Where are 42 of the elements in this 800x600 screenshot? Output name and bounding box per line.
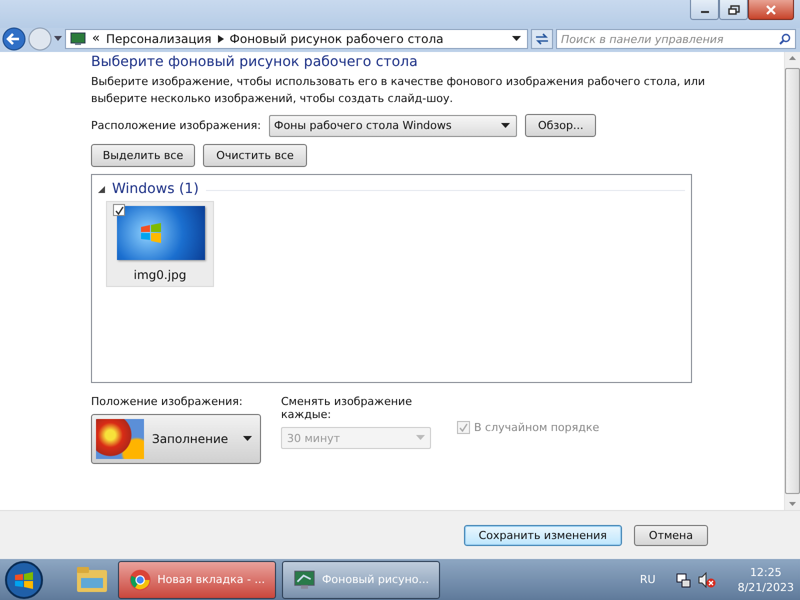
location-label: Расположение изображения: — [91, 119, 261, 132]
image-tile[interactable]: img0.jpg — [106, 201, 214, 287]
back-icon[interactable] — [2, 27, 26, 51]
address-field[interactable]: « Персонализация Фоновый рисунок рабочего стола — [65, 29, 528, 49]
start-orb-icon[interactable] — [4, 560, 44, 600]
breadcrumb-overflow[interactable]: « — [92, 31, 100, 47]
position-dropdown[interactable]: Заполнение — [91, 414, 261, 464]
location-dropdown[interactable]: Фоны рабочего стола Windows — [268, 114, 517, 136]
cancel-button[interactable]: Отмена — [634, 524, 708, 546]
close-icon[interactable] — [766, 4, 776, 14]
description-text: Выберите изображение, чтобы использовать его в качестве фонового изображения рабочего стола, или выберите несколько изображений, чтобы создать слайд-шоу. — [91, 74, 706, 107]
breadcrumb[interactable]: Персонализация — [106, 32, 212, 46]
maximize-button[interactable] — [719, 0, 748, 20]
clock[interactable]: 12:25 8/21/2023 — [738, 564, 794, 594]
selection-button[interactable]: Выделить все — [91, 144, 195, 167]
selection-button[interactable]: Очистить все — [203, 144, 307, 167]
breadcrumb[interactable]: Фоновый рисунок рабочего стола — [230, 32, 444, 46]
position-label: Положение изображения: — [91, 395, 244, 408]
chrome-icon[interactable] — [129, 566, 152, 592]
scroll-up-icon[interactable] — [789, 56, 796, 60]
interval-label: Сменять изображение каждые: — [281, 395, 413, 421]
search-field[interactable]: Поиск в панели управления — [556, 29, 796, 49]
monitor-icon[interactable] — [70, 32, 86, 46]
caret-icon[interactable] — [500, 122, 510, 128]
minimize-button[interactable] — [690, 0, 719, 20]
page-heading: Выберите фоновый рисунок рабочего стола — [91, 54, 419, 70]
caret-icon[interactable] — [54, 36, 62, 42]
dropdown-caret-icon[interactable] — [512, 36, 521, 42]
save-button[interactable]: Сохранить изменения — [464, 524, 622, 546]
network-icon[interactable] — [676, 572, 692, 588]
clock-time: 12:25 — [750, 564, 782, 580]
group-title[interactable]: Windows (1) — [112, 181, 199, 197]
restore-icon[interactable] — [728, 4, 740, 14]
browse-button[interactable]: Обзор... — [524, 114, 596, 137]
search-icon[interactable] — [779, 33, 791, 45]
caret-icon[interactable] — [243, 436, 252, 442]
scroll-down-icon[interactable] — [789, 502, 796, 506]
breadcrumb-arrow-icon[interactable] — [218, 35, 224, 43]
clock-date: 8/21/2023 — [738, 580, 794, 594]
close-button[interactable] — [748, 0, 794, 20]
expanded-icon[interactable] — [98, 186, 105, 192]
volume-muted-icon[interactable] — [698, 572, 716, 588]
